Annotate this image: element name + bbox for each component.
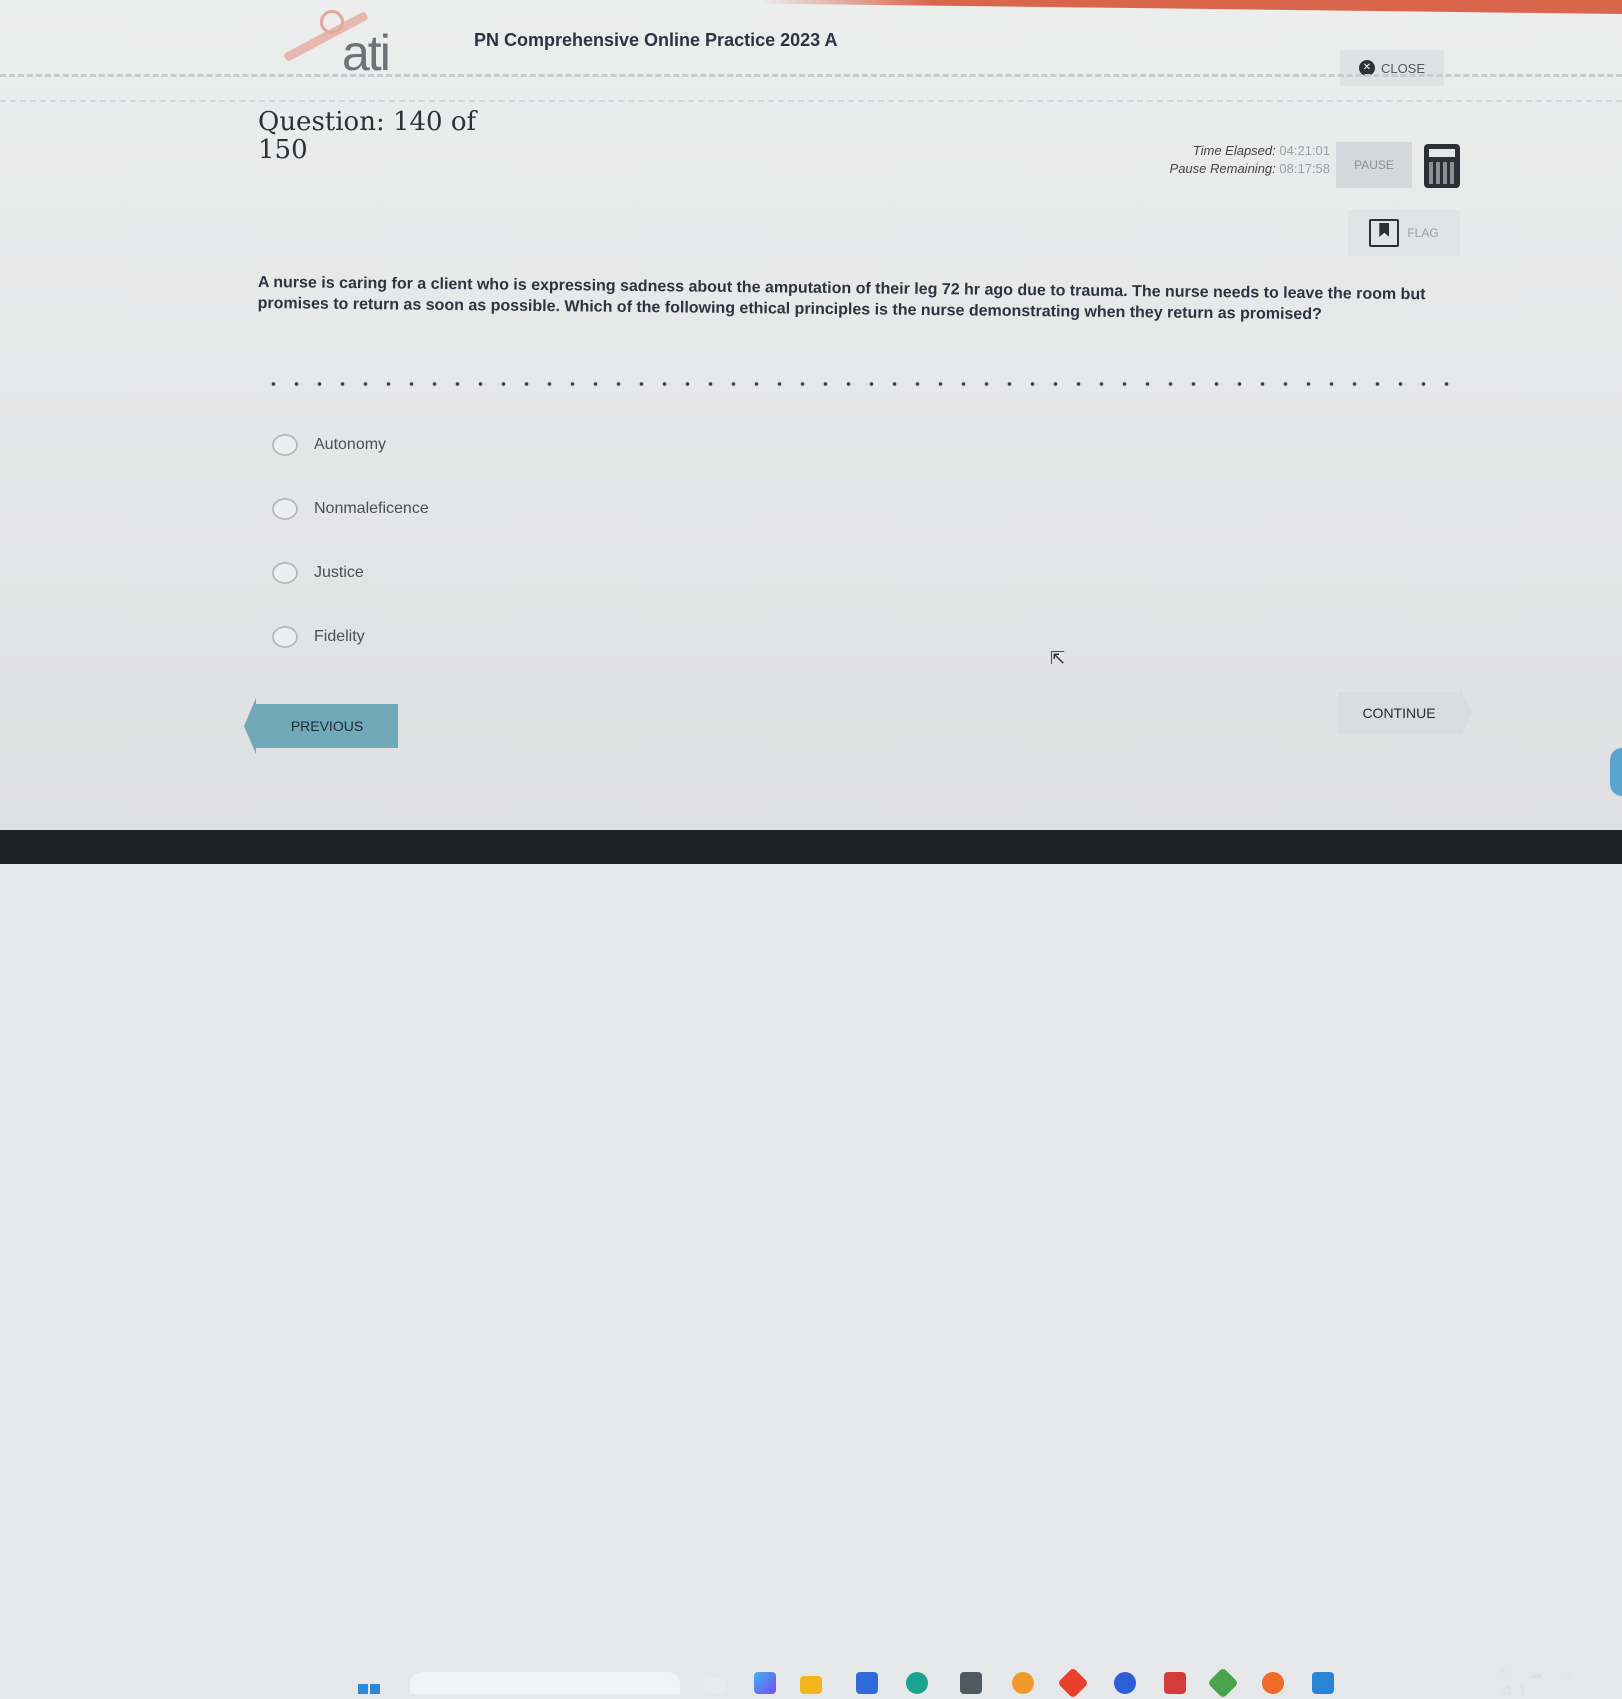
- close-button[interactable]: ✕ CLOSE: [1340, 50, 1444, 86]
- windows-start-icon[interactable]: [358, 1684, 380, 1694]
- task-view-icon[interactable]: [704, 1678, 726, 1694]
- radio-button[interactable]: [272, 498, 298, 520]
- previous-button[interactable]: PREVIOUS: [244, 698, 398, 754]
- taskbar-search-box[interactable]: [410, 1672, 680, 1694]
- side-widget[interactable]: [1610, 748, 1622, 796]
- system-tray-icons[interactable]: ^ ☁ ◦ ◁): [1500, 1666, 1622, 1698]
- vscode-icon[interactable]: [1312, 1672, 1334, 1694]
- bookmark-icon: [1369, 219, 1400, 247]
- ati-logo: ati: [280, 8, 420, 78]
- logo-ring-icon: [320, 10, 344, 34]
- answer-label: Justice: [314, 564, 364, 581]
- answer-option-autonomy[interactable]: Autonomy: [272, 430, 572, 460]
- taskbar: ^ ☁ ◦ ◁): [0, 830, 1622, 1699]
- edge-icon[interactable]: [906, 1672, 928, 1694]
- copilot-icon[interactable]: [754, 1672, 776, 1694]
- chrome-icon[interactable]: [1012, 1672, 1034, 1694]
- mcafee-icon[interactable]: [1164, 1672, 1186, 1694]
- question-stem: A nurse is caring for a client who is ex…: [257, 273, 1426, 324]
- answer-label: Autonomy: [314, 436, 387, 453]
- pause-button[interactable]: PAUSE: [1336, 142, 1412, 188]
- flag-button[interactable]: FLAG: [1348, 210, 1460, 256]
- timer-panel: Time Elapsed: 04:21:01 Pause Remaining: …: [1120, 142, 1330, 178]
- answer-option-nonmaleficence[interactable]: Nonmaleficence: [272, 494, 572, 524]
- calculator-keys: [1429, 162, 1455, 184]
- header-divider: [0, 74, 1622, 77]
- radio-button[interactable]: [272, 434, 298, 456]
- teams-icon[interactable]: [856, 1672, 878, 1694]
- calculator-icon[interactable]: [1424, 144, 1460, 188]
- radio-button[interactable]: [272, 562, 298, 584]
- header-accent-line: [760, 0, 1622, 14]
- continue-button[interactable]: CONTINUE: [1338, 686, 1472, 740]
- calculator-screen: [1429, 149, 1455, 157]
- store-icon[interactable]: [960, 1672, 982, 1694]
- answer-label: Fidelity: [314, 628, 365, 645]
- answer-option-justice[interactable]: Justice: [272, 558, 572, 588]
- exam-title: PN Comprehensive Online Practice 2023 A: [474, 30, 838, 50]
- dotted-divider: [262, 382, 1452, 386]
- file-explorer-icon[interactable]: [800, 1676, 822, 1694]
- header-divider-secondary: [0, 100, 1622, 102]
- answer-option-fidelity[interactable]: Fidelity: [272, 622, 572, 652]
- help-icon[interactable]: [1114, 1672, 1136, 1694]
- question-counter: Question: 140 of 150: [258, 107, 477, 165]
- pause-remaining: Pause Remaining: 08:17:58: [1169, 161, 1330, 176]
- app-green-icon[interactable]: [1207, 1667, 1239, 1699]
- app-orange-icon[interactable]: [1262, 1672, 1284, 1694]
- mouse-cursor-icon: ⇱: [1050, 648, 1066, 668]
- app-diamond-icon[interactable]: [1057, 1667, 1089, 1699]
- radio-button[interactable]: [272, 626, 298, 648]
- flag-label: FLAG: [1407, 226, 1439, 240]
- exam-screen: ati PN Comprehensive Online Practice 202…: [0, 0, 1622, 830]
- time-elapsed: Time Elapsed: 04:21:01: [1192, 143, 1330, 158]
- answer-label: Nonmaleficence: [314, 500, 429, 517]
- logo-text: ati: [342, 25, 391, 81]
